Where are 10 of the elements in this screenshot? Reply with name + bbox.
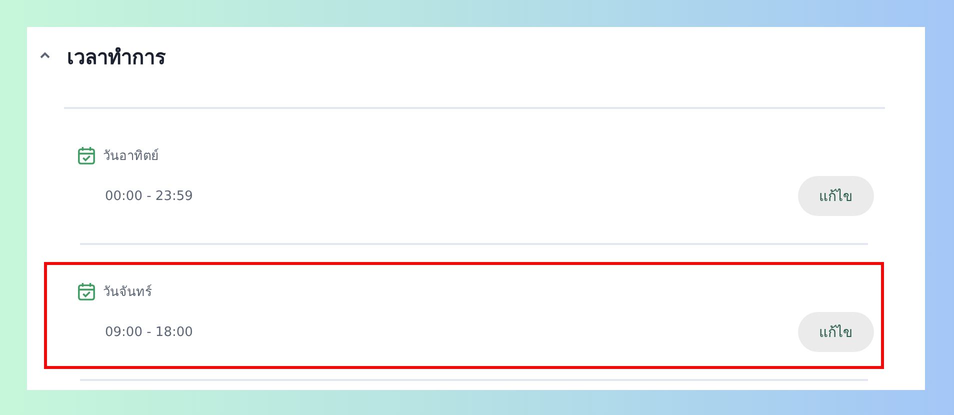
hours-text: 00:00 - 23:59 — [104, 188, 193, 204]
calendar-check-icon — [77, 282, 96, 301]
edit-button[interactable]: แก้ไข — [798, 312, 874, 352]
chevron-up-icon[interactable] — [39, 51, 51, 59]
calendar-check-icon — [77, 146, 96, 165]
section-title: เวลาทำการ — [67, 44, 166, 71]
edit-button[interactable]: แก้ไข — [798, 176, 874, 216]
day-label: วันจันทร์ — [103, 284, 152, 302]
hours-text: 09:00 - 18:00 — [104, 324, 193, 340]
day-label: วันอาทิตย์ — [103, 148, 159, 166]
